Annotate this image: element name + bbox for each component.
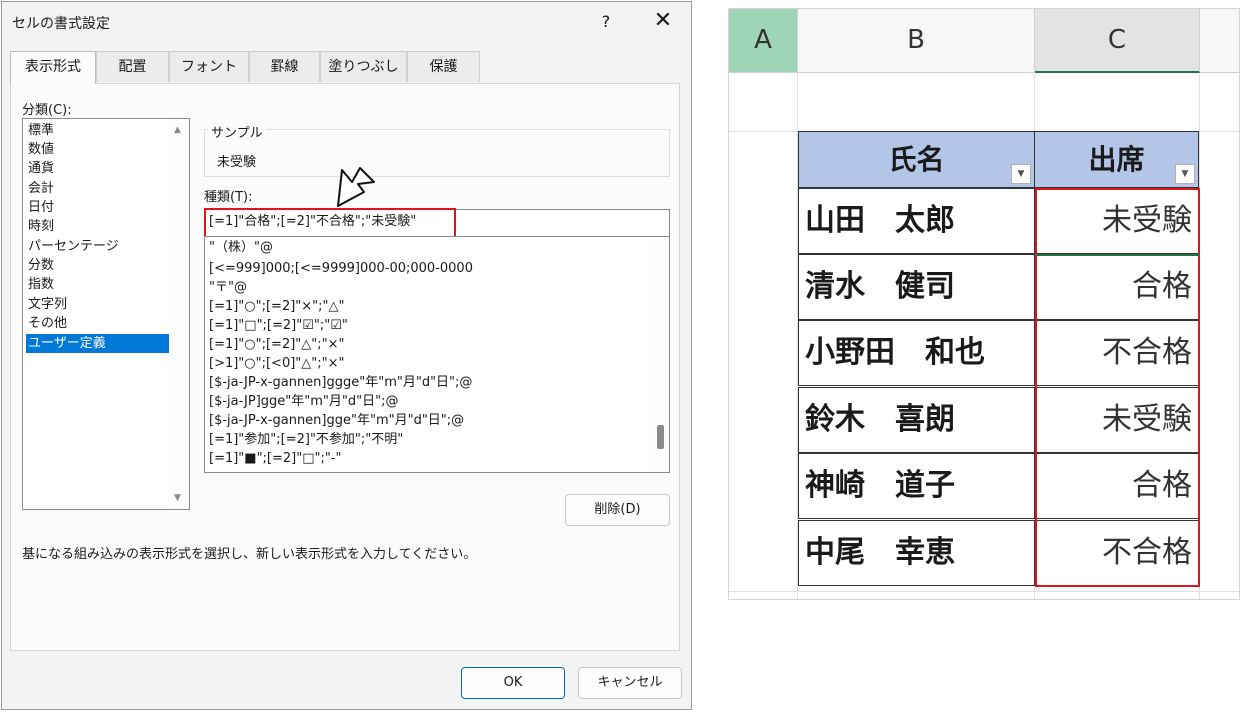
- sample-label: サンプル: [208, 122, 266, 141]
- category-item[interactable]: パーセンテージ: [26, 237, 170, 256]
- name-cell[interactable]: 小野田 和也: [798, 320, 1035, 386]
- name-cell[interactable]: 清水 健司: [798, 254, 1035, 320]
- name-cell[interactable]: 神崎 道子: [798, 453, 1035, 519]
- type-list-item[interactable]: [$-ja-JP-x-gannen]ggge"年"m"月"d"日";@: [209, 373, 472, 392]
- category-item[interactable]: 日付: [26, 198, 170, 217]
- type-list-item[interactable]: [<=999]000;[<=9999]000-00;000-0000: [209, 259, 473, 278]
- category-item[interactable]: 指数: [26, 275, 170, 294]
- title-bar: セルの書式設定 ? ✕: [2, 2, 691, 46]
- filter-dropdown-icon[interactable]: ▼: [1175, 164, 1195, 184]
- tab-fill[interactable]: 塗りつぶし: [320, 51, 407, 82]
- active-cell-indicator: [1035, 254, 1200, 256]
- delete-button[interactable]: 削除(D): [565, 494, 670, 526]
- type-list-item[interactable]: [=1]"○";[=2]"×";"△": [209, 297, 344, 316]
- column-header-b[interactable]: B: [798, 9, 1035, 73]
- type-list-item[interactable]: [$-ja-JP-x-gannen]gge"年"m"月"d"日";@: [209, 411, 464, 430]
- ok-button[interactable]: OK: [461, 667, 565, 699]
- category-item[interactable]: 数値: [26, 140, 170, 159]
- category-item[interactable]: 文字列: [26, 295, 170, 314]
- column-header-d[interactable]: [1200, 9, 1239, 73]
- type-list-item[interactable]: "（株）"@: [209, 238, 273, 257]
- type-list-scrollbar[interactable]: [651, 237, 669, 472]
- description-text: 基になる組み込みの表示形式を選択し、新しい表示形式を入力してください。: [22, 547, 477, 562]
- category-item[interactable]: 分数: [26, 256, 170, 275]
- attendance-highlight-box: [1035, 188, 1200, 587]
- type-label: 種類(T):: [204, 190, 253, 205]
- header-cell-name[interactable]: 氏名: [798, 131, 1035, 188]
- type-list[interactable]: "（株）"@ [<=999]000;[<=9999]000-00;000-000…: [204, 236, 670, 473]
- type-list-item[interactable]: [$-ja-JP]gge"年"m"月"d"日";@: [209, 392, 398, 411]
- tab-protection[interactable]: 保護: [407, 51, 480, 82]
- type-list-item[interactable]: "〒"@: [209, 278, 247, 297]
- name-cell[interactable]: 中尾 幸恵: [798, 520, 1035, 586]
- category-item[interactable]: 標準: [26, 121, 170, 140]
- name-cell[interactable]: 鈴木 喜朗: [798, 387, 1035, 453]
- scroll-thumb[interactable]: [657, 425, 664, 449]
- category-item-selected[interactable]: ユーザー定義: [26, 334, 170, 353]
- help-icon[interactable]: ?: [596, 12, 616, 31]
- column-header-a[interactable]: A: [729, 9, 798, 73]
- gridline: [729, 591, 1239, 592]
- sample-group: [204, 129, 670, 177]
- category-label: 分類(C):: [22, 103, 72, 118]
- close-icon[interactable]: ✕: [650, 8, 676, 34]
- type-list-item[interactable]: [=1]"参加";[=2]"不参加";"不明": [209, 430, 403, 449]
- tab-alignment[interactable]: 配置: [96, 51, 169, 82]
- highlight-box: [204, 208, 456, 239]
- header-name-label: 氏名: [888, 143, 945, 176]
- scroll-down-icon[interactable]: ▼: [174, 493, 181, 503]
- sample-value: 未受験: [217, 155, 257, 170]
- category-item[interactable]: 会計: [26, 179, 170, 198]
- category-scrollbar[interactable]: ▲ ▼: [169, 119, 189, 509]
- category-list[interactable]: 標準 数値 通貨 会計 日付 時刻 パーセンテージ 分数 指数 文字列 その他 …: [22, 118, 190, 510]
- spreadsheet: A B C 氏名 ▼ 出席 ▼ 山田 太郎 未受験 清水 健司 合格 小野田 和…: [728, 8, 1240, 600]
- type-list-item[interactable]: [=1]"□";[=2]"☑";"☑": [209, 316, 348, 335]
- category-item[interactable]: 時刻: [26, 217, 170, 236]
- pointer-arrow-icon: [337, 167, 375, 207]
- tab-number[interactable]: 表示形式: [10, 51, 96, 84]
- type-list-item[interactable]: [=1]"○";[=2]"△";"×": [209, 335, 344, 354]
- dialog-title: セルの書式設定: [12, 16, 110, 32]
- tab-font[interactable]: フォント: [169, 51, 249, 82]
- cancel-button[interactable]: キャンセル: [578, 667, 682, 699]
- category-item[interactable]: その他: [26, 314, 170, 333]
- name-cell[interactable]: 山田 太郎: [798, 188, 1035, 254]
- type-list-item[interactable]: [>1]"○";[<0]"△";"×": [209, 354, 344, 373]
- filter-dropdown-icon[interactable]: ▼: [1011, 164, 1031, 184]
- header-attendance-label: 出席: [1088, 143, 1145, 176]
- tab-border[interactable]: 罫線: [249, 51, 320, 82]
- scroll-up-icon[interactable]: ▲: [174, 125, 181, 135]
- category-item[interactable]: 通貨: [26, 159, 170, 178]
- column-header-c[interactable]: C: [1035, 9, 1200, 73]
- type-list-item[interactable]: [=1]"■";[=2]"□";"-": [209, 449, 342, 468]
